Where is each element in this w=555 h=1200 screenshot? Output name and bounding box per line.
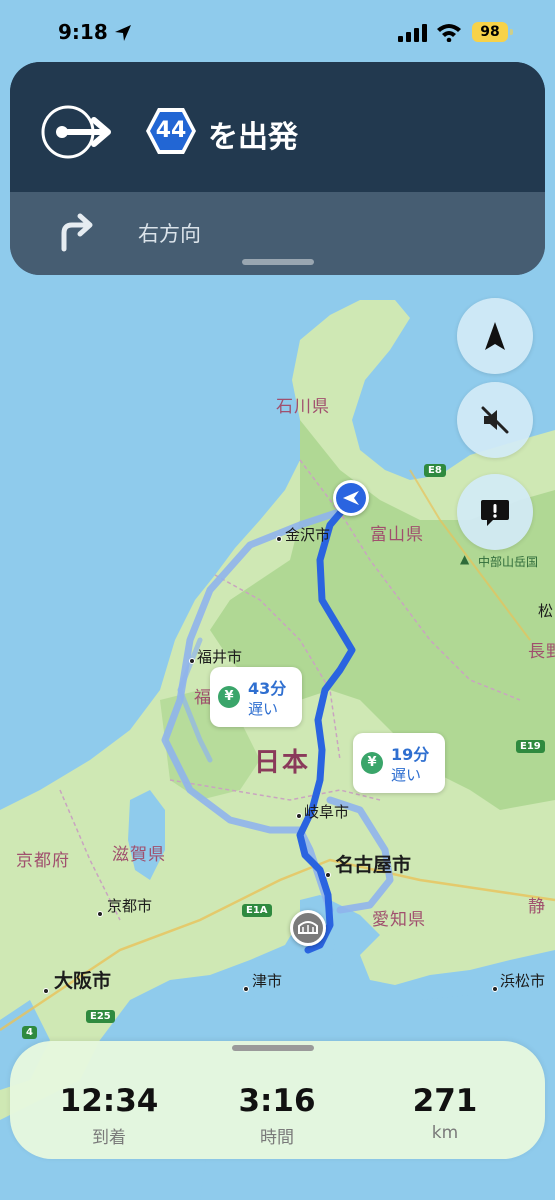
map-label-kyoto-pref: 京都府 bbox=[16, 851, 70, 871]
city-dot bbox=[276, 536, 282, 542]
banner-grabber[interactable] bbox=[242, 259, 314, 265]
alt-route-callout-west[interactable]: ¥ 43分 遅い bbox=[210, 667, 302, 727]
distance-label: km bbox=[431, 1123, 459, 1143]
arrival-stat: 12:34 到着 bbox=[34, 1083, 184, 1148]
city-dot bbox=[296, 813, 302, 819]
current-location-marker bbox=[333, 480, 369, 516]
map-label-fukui-city: 福井市 bbox=[197, 648, 243, 666]
callout-time: 43分 bbox=[248, 679, 287, 698]
next-instruction-text: 右方向 bbox=[138, 222, 201, 246]
cellular-signal-icon bbox=[398, 24, 427, 42]
wifi-icon bbox=[437, 24, 461, 42]
park-icon: ▲ bbox=[460, 552, 470, 566]
map-label-gifu: 岐阜市 bbox=[304, 803, 350, 821]
map-label-kyoto-city: 京都市 bbox=[107, 897, 153, 915]
alt-route-callout-east[interactable]: ¥ 19分 遅い bbox=[353, 733, 445, 793]
city-dot bbox=[97, 911, 103, 917]
map-label-japan: 日本 bbox=[254, 748, 311, 778]
depart-maneuver-icon bbox=[41, 105, 111, 159]
highway-shield: E1A bbox=[242, 904, 272, 917]
heading-arrow-icon bbox=[485, 322, 505, 350]
map-label-shiga: 滋賀県 bbox=[112, 845, 166, 865]
city-dot bbox=[325, 872, 331, 878]
city-dot bbox=[243, 986, 249, 992]
map-label-matsumoto: 松 bbox=[538, 602, 554, 620]
city-dot bbox=[492, 986, 498, 992]
navigation-arrow-icon bbox=[336, 483, 366, 513]
map-label-hamamatsu: 浜松市 bbox=[500, 972, 546, 990]
turn-right-icon bbox=[61, 213, 93, 252]
status-time: 9:18 bbox=[58, 20, 108, 44]
yen-icon: ¥ bbox=[218, 686, 240, 708]
map-label-toyama: 富山県 bbox=[370, 525, 424, 545]
location-arrow-icon bbox=[115, 25, 131, 41]
route-44-shield: 44 bbox=[144, 106, 198, 156]
highway-shield: E19 bbox=[516, 740, 545, 753]
destination-marker[interactable] bbox=[290, 910, 326, 946]
map-label-ishikawa: 石川県 bbox=[276, 397, 330, 417]
status-bar: 9:18 98 bbox=[0, 0, 555, 62]
battery-indicator: 98 bbox=[472, 22, 513, 42]
report-bubble-icon bbox=[481, 500, 509, 526]
mute-audio-button[interactable] bbox=[457, 382, 533, 458]
map-label-nagoya: 名古屋市 bbox=[335, 854, 412, 876]
speaker-muted-icon bbox=[481, 406, 509, 434]
compass-button[interactable] bbox=[457, 298, 533, 374]
map-label-nagano: 長野 bbox=[528, 642, 555, 662]
duration-value: 3:16 bbox=[238, 1083, 316, 1119]
landmark-icon bbox=[298, 921, 318, 934]
distance-stat: 271 km bbox=[370, 1083, 520, 1143]
duration-stat: 3:16 時間 bbox=[202, 1083, 352, 1148]
report-incident-button[interactable] bbox=[457, 474, 533, 550]
sheet-grabber[interactable] bbox=[232, 1045, 314, 1051]
yen-icon: ¥ bbox=[361, 752, 383, 774]
arrival-label: 到着 bbox=[92, 1128, 126, 1148]
highway-shield: E8 bbox=[424, 464, 446, 477]
map-label-kanazawa: 金沢市 bbox=[285, 526, 331, 544]
navigation-banner[interactable]: 44 を出発 右方向 bbox=[10, 62, 545, 275]
callout-note: 遅い bbox=[391, 766, 422, 784]
callout-note: 遅い bbox=[248, 700, 279, 718]
duration-label: 時間 bbox=[260, 1128, 294, 1148]
callout-time: 19分 bbox=[391, 745, 430, 764]
arrival-time: 12:34 bbox=[59, 1083, 159, 1119]
map-label-tsu: 津市 bbox=[252, 972, 283, 990]
map-label-chubu-park: 中部山岳国 bbox=[478, 555, 539, 569]
map-label-osaka: 大阪市 bbox=[54, 970, 112, 992]
highway-shield: E25 bbox=[86, 1010, 115, 1023]
map-label-aichi: 愛知県 bbox=[372, 910, 426, 930]
city-dot bbox=[43, 988, 49, 994]
distance-value: 271 bbox=[412, 1083, 478, 1119]
map-label-shizuoka: 静 bbox=[528, 897, 546, 917]
highway-shield: 4 bbox=[22, 1026, 37, 1039]
route-number: 44 bbox=[155, 118, 187, 143]
city-dot bbox=[189, 658, 195, 664]
instruction-text: を出発 bbox=[208, 120, 298, 155]
